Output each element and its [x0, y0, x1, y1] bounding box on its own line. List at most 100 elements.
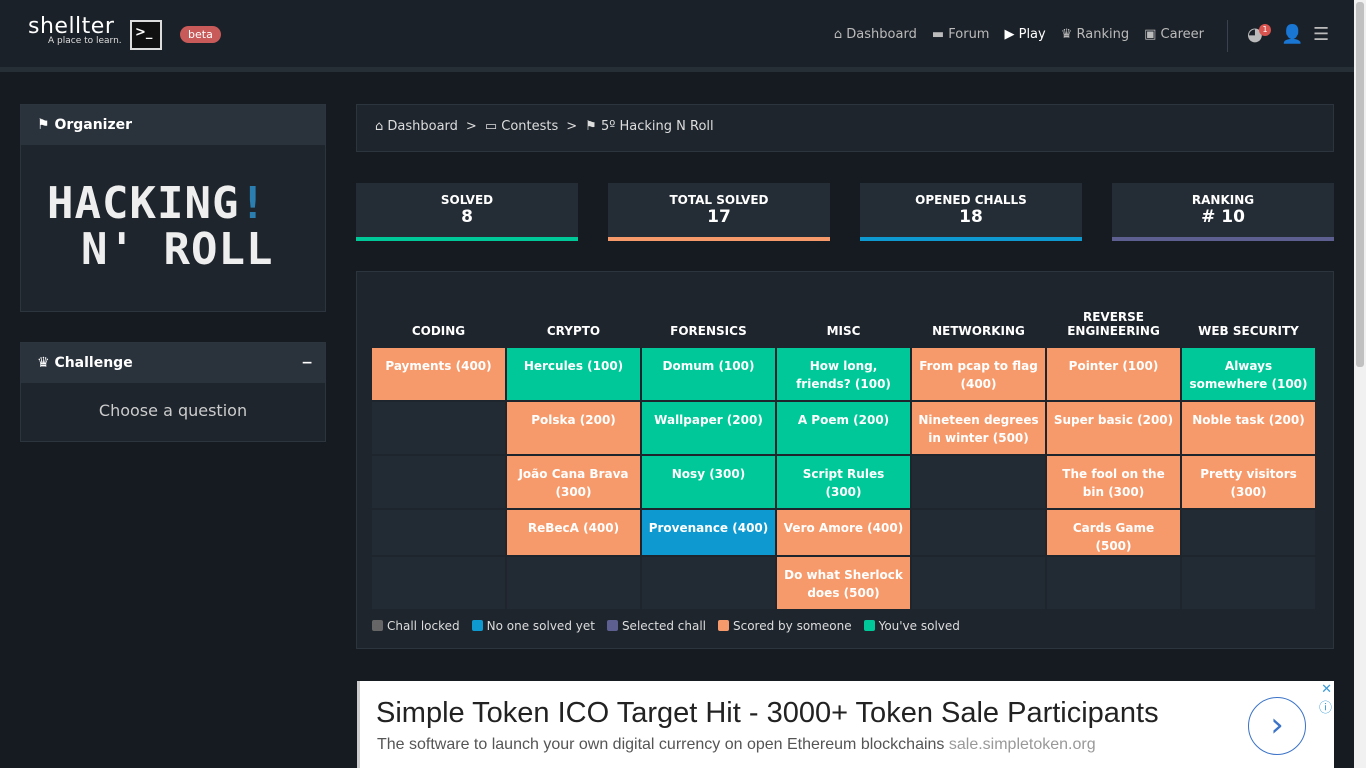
- challenge-grid-panel: CODING CRYPTO FORENSICS MISC NETWORKING REVER…: [356, 271, 1334, 649]
- stat-label: TOTAL SOLVED: [669, 193, 769, 207]
- ad-close-icon[interactable]: ✕: [1321, 682, 1332, 697]
- advertisement[interactable]: Simple Token ICO Target Hit - 3000+ Toke…: [357, 681, 1334, 768]
- breadcrumb-contests[interactable]: ▭ Contests: [485, 119, 558, 137]
- category-header: MISC: [826, 324, 861, 338]
- stat-value: 8: [461, 207, 473, 227]
- challenge-cell[interactable]: ReBecA (400): [507, 510, 640, 555]
- nav-forum[interactable]: ▬ Forum: [932, 27, 990, 42]
- scrollbar[interactable]: [1354, 0, 1366, 768]
- legend: Chall locked No one solved yet Selected ch…: [372, 619, 960, 633]
- challenge-cell[interactable]: From pcap to flag (400): [912, 348, 1045, 400]
- legend-swatch: [372, 620, 383, 631]
- top-navbar: shellter A place to learn. >_ beta ⌂ Das…: [0, 0, 1354, 72]
- stat-card: OPENED CHALLS 18: [860, 183, 1082, 241]
- empty-cell: [912, 456, 1045, 508]
- legend-item: Scored by someone: [718, 619, 852, 633]
- flag-icon: ⚑: [37, 117, 55, 133]
- category-header: WEB SECURITY: [1198, 324, 1299, 338]
- grid-row: Do what Sherlock does (500): [372, 557, 1315, 609]
- briefcase-icon: ▣: [1144, 27, 1161, 42]
- organizer-panel: ⚑ Organizer HACKING! N' ROLL: [20, 104, 326, 312]
- empty-cell: [372, 510, 505, 555]
- ad-description[interactable]: The software to launch your own digital …: [377, 736, 1096, 754]
- challenge-cell[interactable]: Domum (100): [642, 348, 775, 400]
- user-icon[interactable]: 👤: [1281, 24, 1303, 45]
- legend-item: You've solved: [863, 619, 960, 633]
- folder-icon: ▬: [931, 27, 949, 42]
- challenge-cell[interactable]: Polska (200): [507, 402, 640, 454]
- empty-cell: [1182, 510, 1315, 555]
- challenge-cell[interactable]: How long, friends? (100): [777, 348, 910, 400]
- empty-cell: [912, 557, 1045, 609]
- stat-card: TOTAL SOLVED 17: [608, 183, 830, 241]
- stat-value: 17: [707, 207, 731, 227]
- challenge-panel: ♛ Challenge − Choose a question: [20, 342, 326, 442]
- empty-cell: [1047, 557, 1180, 609]
- challenge-cell[interactable]: Do what Sherlock does (500): [777, 557, 910, 609]
- legend-item: No one solved yet: [471, 619, 595, 633]
- stat-label: SOLVED: [440, 193, 494, 207]
- challenge-cell[interactable]: Provenance (400): [642, 510, 775, 555]
- stat-card: SOLVED 8: [356, 183, 578, 241]
- challenge-cell[interactable]: Vero Amore (400): [777, 510, 910, 555]
- challenge-cell[interactable]: Wallpaper (200): [642, 402, 775, 454]
- challenge-cell[interactable]: Nineteen degrees in winter (500): [912, 402, 1045, 454]
- challenge-cell[interactable]: Payments (400): [372, 348, 505, 400]
- challenge-cell[interactable]: Cards Game (500): [1047, 510, 1180, 555]
- stat-label: RANKING: [1191, 193, 1255, 207]
- challenge-cell[interactable]: Noble task (200): [1182, 402, 1315, 454]
- challenge-cell[interactable]: Script Rules (300): [777, 456, 910, 508]
- trophy-icon: ♛: [1060, 27, 1077, 42]
- grid-row: Polska (200) Wallpaper (200) A Poem (200) N…: [372, 402, 1315, 454]
- trophy-icon: ♛: [37, 355, 55, 371]
- category-header: FORENSICS: [670, 324, 747, 338]
- challenge-placeholder: Choose a question: [98, 401, 248, 420]
- empty-cell: [507, 557, 640, 609]
- beta-badge: beta: [180, 26, 221, 43]
- ad-info-icon[interactable]: ⓘ: [1319, 697, 1332, 716]
- challenge-cell[interactable]: Super basic (200): [1047, 402, 1180, 454]
- nav-ranking[interactable]: ♛ Ranking: [1061, 27, 1129, 42]
- home-icon: ⌂: [833, 27, 847, 42]
- challenge-cell[interactable]: Pointer (100): [1047, 348, 1180, 400]
- category-header: REVERSE ENGINEERING: [1067, 310, 1160, 338]
- challenge-cell[interactable]: Always somewhere (100): [1182, 348, 1315, 400]
- organizer-logo: HACKING! N' ROLL: [47, 178, 274, 275]
- nav-play[interactable]: ▶ Play: [1004, 27, 1045, 42]
- nav-dashboard[interactable]: ⌂ Dashboard: [834, 27, 917, 42]
- challenge-cell[interactable]: João Cana Brava (300): [507, 456, 640, 508]
- challenge-grid: CODING CRYPTO FORENSICS MISC NETWORKING REVER…: [370, 292, 1317, 611]
- breadcrumb-current: ⚑ 5º Hacking N Roll: [585, 119, 714, 134]
- category-header: NETWORKING: [932, 324, 1025, 338]
- nav-career[interactable]: ▣ Career: [1144, 27, 1204, 42]
- category-header: CODING: [411, 324, 466, 338]
- breadcrumb: ⌂ Dashboard > ▭ Contests > ⚑ 5º Hacking N …: [356, 104, 1334, 152]
- challenge-cell[interactable]: The fool on the bin (300): [1047, 456, 1180, 508]
- legend-swatch: [606, 620, 618, 631]
- stat-card: RANKING # 10: [1112, 183, 1334, 241]
- stat-label: OPENED CHALLS: [915, 193, 1027, 207]
- shellter-logo[interactable]: shellter A place to learn. >_: [28, 14, 162, 50]
- grid-row: Payments (400) Hercules (100) Domum (100) H…: [372, 348, 1315, 400]
- grid-row: João Cana Brava (300) Nosy (300) Script Ru…: [372, 456, 1315, 508]
- grid-row: ReBecA (400) Provenance (400) Vero Amore (…: [372, 510, 1315, 555]
- challenge-cell[interactable]: Nosy (300): [642, 456, 775, 508]
- category-header: CRYPTO: [546, 324, 601, 338]
- challenge-cell[interactable]: A Poem (200): [777, 402, 910, 454]
- stat-value: 18: [959, 207, 983, 227]
- play-icon: ▶: [1004, 27, 1019, 42]
- breadcrumb-dashboard[interactable]: ⌂ Dashboard: [375, 119, 458, 137]
- legend-item: Selected chall: [606, 619, 706, 633]
- challenge-cell[interactable]: Hercules (100): [507, 348, 640, 400]
- legend-item: Chall locked: [372, 619, 460, 633]
- empty-cell: [372, 402, 505, 454]
- ad-title[interactable]: Simple Token ICO Target Hit - 3000+ Toke…: [376, 697, 1159, 730]
- legend-swatch: [718, 620, 729, 631]
- empty-cell: [642, 557, 775, 609]
- collapse-button[interactable]: −: [301, 343, 313, 383]
- legend-swatch: [471, 620, 483, 631]
- stat-value: # 10: [1201, 207, 1245, 227]
- ad-arrow-button[interactable]: ›: [1248, 697, 1306, 755]
- challenge-cell[interactable]: Pretty visitors (300): [1182, 456, 1315, 508]
- hamburger-menu-icon[interactable]: ☰: [1313, 24, 1329, 45]
